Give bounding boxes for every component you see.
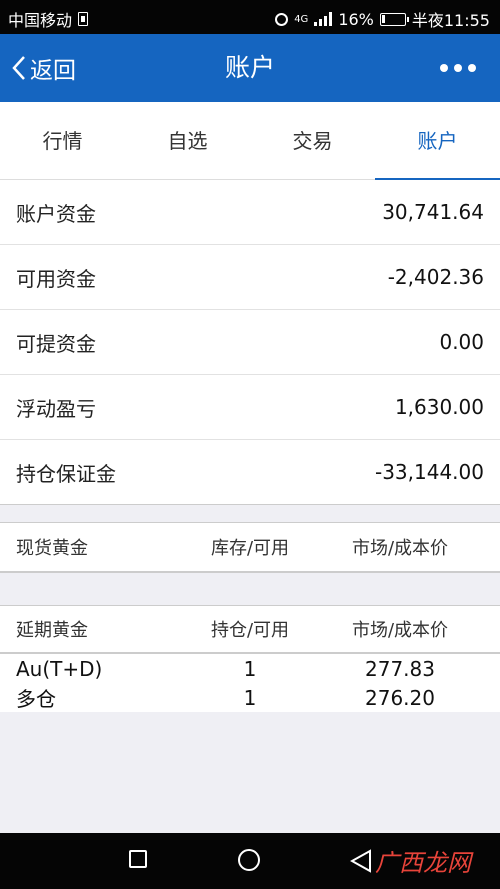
contract-name: Au(T+D) xyxy=(16,656,103,681)
deferred-gold-section: 延期黄金 持仓/可用 市场/成本价 Au(T+D) 1 277.83 多仓 1 … xyxy=(0,605,500,712)
table-row[interactable]: 多仓 1 276.20 xyxy=(0,683,500,712)
watermark-logo: 广西龙网 xyxy=(375,849,471,877)
available-funds-label: 可用资金 xyxy=(16,266,96,291)
available-qty: 1 xyxy=(243,685,257,710)
tab-trade[interactable]: 交易 xyxy=(250,102,375,179)
floating-pnl-row: 浮动盈亏 1,630.00 xyxy=(0,375,500,440)
network-type-label: 4G xyxy=(294,13,309,25)
alarm-icon xyxy=(275,12,289,26)
spot-gold-header: 现货黄金 库存/可用 市场/成本价 xyxy=(0,522,500,571)
position-qty: 1 xyxy=(243,656,257,681)
more-menu-icon[interactable] xyxy=(440,34,476,102)
signal-strength-icon xyxy=(314,12,333,26)
spot-gold-col-stock: 库存/可用 xyxy=(210,538,290,559)
tab-quotes[interactable]: 行情 xyxy=(0,102,125,179)
account-summary: 账户资金 30,741.64 可用资金 -2,402.36 可提资金 0.00 … xyxy=(0,180,500,505)
app-bar: 返回 账户 xyxy=(0,34,500,102)
home-icon[interactable] xyxy=(238,849,260,871)
spot-gold-col-name: 现货黄金 xyxy=(16,538,88,559)
cost-price: 276.20 xyxy=(365,685,435,710)
account-funds-label: 账户资金 xyxy=(16,201,96,226)
back-triangle-icon[interactable] xyxy=(350,849,372,873)
position-margin-row: 持仓保证金 -33,144.00 xyxy=(0,440,500,504)
spot-gold-section: 现货黄金 库存/可用 市场/成本价 xyxy=(0,522,500,573)
position-margin-value: -33,144.00 xyxy=(374,460,484,484)
position-margin-label: 持仓保证金 xyxy=(16,461,116,486)
status-bar: 中国移动 4G 16% 半夜11:55 xyxy=(0,0,500,34)
battery-icon xyxy=(379,12,409,26)
account-funds-row: 账户资金 30,741.64 xyxy=(0,180,500,245)
carrier-label: 中国移动 xyxy=(8,11,73,30)
available-funds-value: -2,402.36 xyxy=(387,265,484,289)
deferred-gold-col-price: 市场/成本价 xyxy=(351,620,449,641)
position-direction: 多仓 xyxy=(16,687,56,711)
battery-percent-label: 16% xyxy=(338,9,374,29)
deferred-gold-col-position: 持仓/可用 xyxy=(210,620,290,641)
floating-pnl-value: 1,630.00 xyxy=(394,395,484,419)
clock-label: 半夜11:55 xyxy=(411,11,490,30)
account-funds-value: 30,741.64 xyxy=(382,200,484,224)
table-row[interactable]: Au(T+D) 1 277.83 xyxy=(0,654,500,683)
available-funds-row: 可用资金 -2,402.36 xyxy=(0,245,500,310)
withdrawable-funds-label: 可提资金 xyxy=(16,331,96,356)
tab-watchlist[interactable]: 自选 xyxy=(125,102,250,179)
market-price: 277.83 xyxy=(365,656,435,681)
recent-apps-icon[interactable] xyxy=(129,850,147,868)
page-title: 账户 xyxy=(224,53,275,82)
withdrawable-funds-value: 0.00 xyxy=(439,330,484,354)
floating-pnl-label: 浮动盈亏 xyxy=(16,396,96,421)
sim-card-icon xyxy=(78,12,89,26)
deferred-gold-col-name: 延期黄金 xyxy=(16,620,88,641)
battery-fill xyxy=(381,14,385,23)
tab-bar: 行情 自选 交易 账户 xyxy=(0,102,500,180)
deferred-gold-header: 延期黄金 持仓/可用 市场/成本价 xyxy=(0,605,500,654)
spot-gold-col-price: 市场/成本价 xyxy=(351,538,449,559)
tab-account[interactable]: 账户 xyxy=(375,102,500,180)
withdrawable-funds-row: 可提资金 0.00 xyxy=(0,310,500,375)
